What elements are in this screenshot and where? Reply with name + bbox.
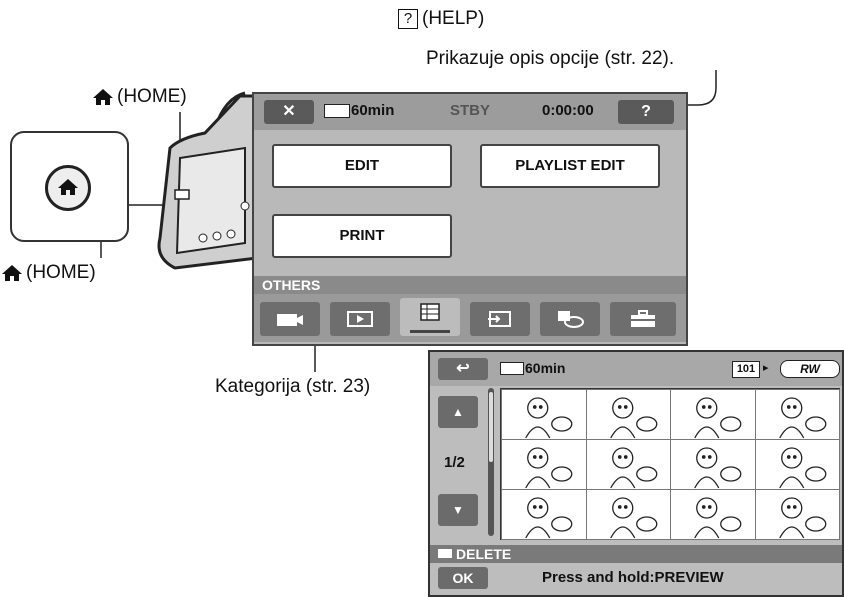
thumbnail[interactable] <box>501 389 587 440</box>
page-indicator: 1/2 <box>444 454 465 471</box>
arrow-right-icon: ▸ <box>763 362 769 374</box>
play-icon <box>347 311 373 327</box>
thumbnail[interactable] <box>670 389 756 440</box>
print-label: PRINT <box>339 227 385 244</box>
category-name-bar: OTHERS <box>254 276 686 294</box>
thumbnail[interactable] <box>754 389 840 440</box>
thumbnail[interactable] <box>754 439 840 490</box>
birds-and-dog-icon <box>694 497 742 539</box>
dog-icon <box>778 497 826 539</box>
triangle-up-icon: ▲ <box>452 405 464 419</box>
back-button[interactable]: ↩ <box>438 358 488 380</box>
thumbnail-grid <box>500 388 840 540</box>
thumbnail[interactable] <box>585 389 671 440</box>
battery-remaining: 60min <box>525 360 566 376</box>
thumbnail[interactable] <box>670 489 756 540</box>
delete-bar: DELETE <box>430 545 842 563</box>
home-button-closeup <box>10 131 129 242</box>
toolbox-icon <box>631 310 655 327</box>
disc-icon <box>558 311 584 328</box>
battery-icon <box>500 362 524 375</box>
print-button[interactable]: PRINT <box>272 214 452 258</box>
tab-disc[interactable] <box>540 302 600 336</box>
edit-label: EDIT <box>344 157 380 174</box>
flower-icon <box>778 447 826 489</box>
standing-child-icon <box>609 447 657 489</box>
scrollbar[interactable] <box>488 388 494 536</box>
close-button[interactable]: ✕ <box>264 100 314 124</box>
folder-number: 101 <box>732 361 760 378</box>
close-icon: ✕ <box>282 103 296 120</box>
playlist-edit-label: PLAYLIST EDIT <box>515 157 625 174</box>
battery-remaining: 60min <box>351 102 395 119</box>
tab-import[interactable] <box>470 302 530 336</box>
thumbnail[interactable] <box>585 489 671 540</box>
others-list-icon <box>420 303 440 321</box>
home-menu-screen: ✕ 60min STBY 0:00:00 ? EDIT PLAYLIST EDI… <box>252 92 688 346</box>
mother-with-baby-icon <box>525 447 573 489</box>
thumbnail[interactable] <box>585 439 671 490</box>
girl-with-birds-icon <box>609 397 657 439</box>
playlist-edit-button[interactable]: PLAYLIST EDIT <box>480 144 660 188</box>
dog-icon <box>694 397 742 439</box>
tab-settings[interactable] <box>610 302 676 336</box>
page-up-button[interactable]: ▲ <box>438 396 478 428</box>
delete-label: DELETE <box>456 546 512 562</box>
media-type: RW <box>780 360 840 378</box>
battery-icon <box>324 104 350 118</box>
delete-icon <box>438 549 452 558</box>
boy-s-shirt-icon <box>525 497 573 539</box>
hint-bar: OK Press and hold:PREVIEW <box>430 563 842 593</box>
ok-label: OK <box>452 570 474 586</box>
thumbnail[interactable] <box>670 439 756 490</box>
preview-hint: Press and hold:PREVIEW <box>542 569 724 586</box>
thumbnail[interactable] <box>501 439 587 490</box>
boy-icon <box>778 397 826 439</box>
home-button[interactable] <box>45 165 91 211</box>
page-down-button[interactable]: ▼ <box>438 494 478 526</box>
boy-waving-icon <box>694 447 742 489</box>
category-name: OTHERS <box>262 277 321 293</box>
camera-icon <box>277 314 303 326</box>
timecode: 0:00:00 <box>542 102 594 119</box>
help-button[interactable]: ? <box>618 100 674 124</box>
status-text: STBY <box>450 102 491 119</box>
help-icon: ? <box>641 103 651 120</box>
ok-button[interactable]: OK <box>438 567 488 589</box>
index-screen: ↩ 60min 101 ▸ RW ▲ 1/2 ▼ DELETE OK Press… <box>428 350 844 597</box>
triangle-down-icon: ▼ <box>452 503 464 517</box>
import-icon <box>488 311 511 327</box>
thumbnail[interactable] <box>501 489 587 540</box>
scroll-thumb[interactable] <box>489 392 493 462</box>
tab-others[interactable] <box>400 298 460 336</box>
boy-with-dog-icon <box>525 397 573 439</box>
dog-face-icon <box>609 497 657 539</box>
category-bar <box>254 294 686 342</box>
thumbnail[interactable] <box>754 489 840 540</box>
back-icon: ↩ <box>456 360 470 377</box>
camcorder-panel <box>157 91 259 270</box>
edit-button[interactable]: EDIT <box>272 144 452 188</box>
tab-camera[interactable] <box>260 302 320 336</box>
tab-play[interactable] <box>330 302 390 336</box>
home-icon <box>58 179 78 195</box>
